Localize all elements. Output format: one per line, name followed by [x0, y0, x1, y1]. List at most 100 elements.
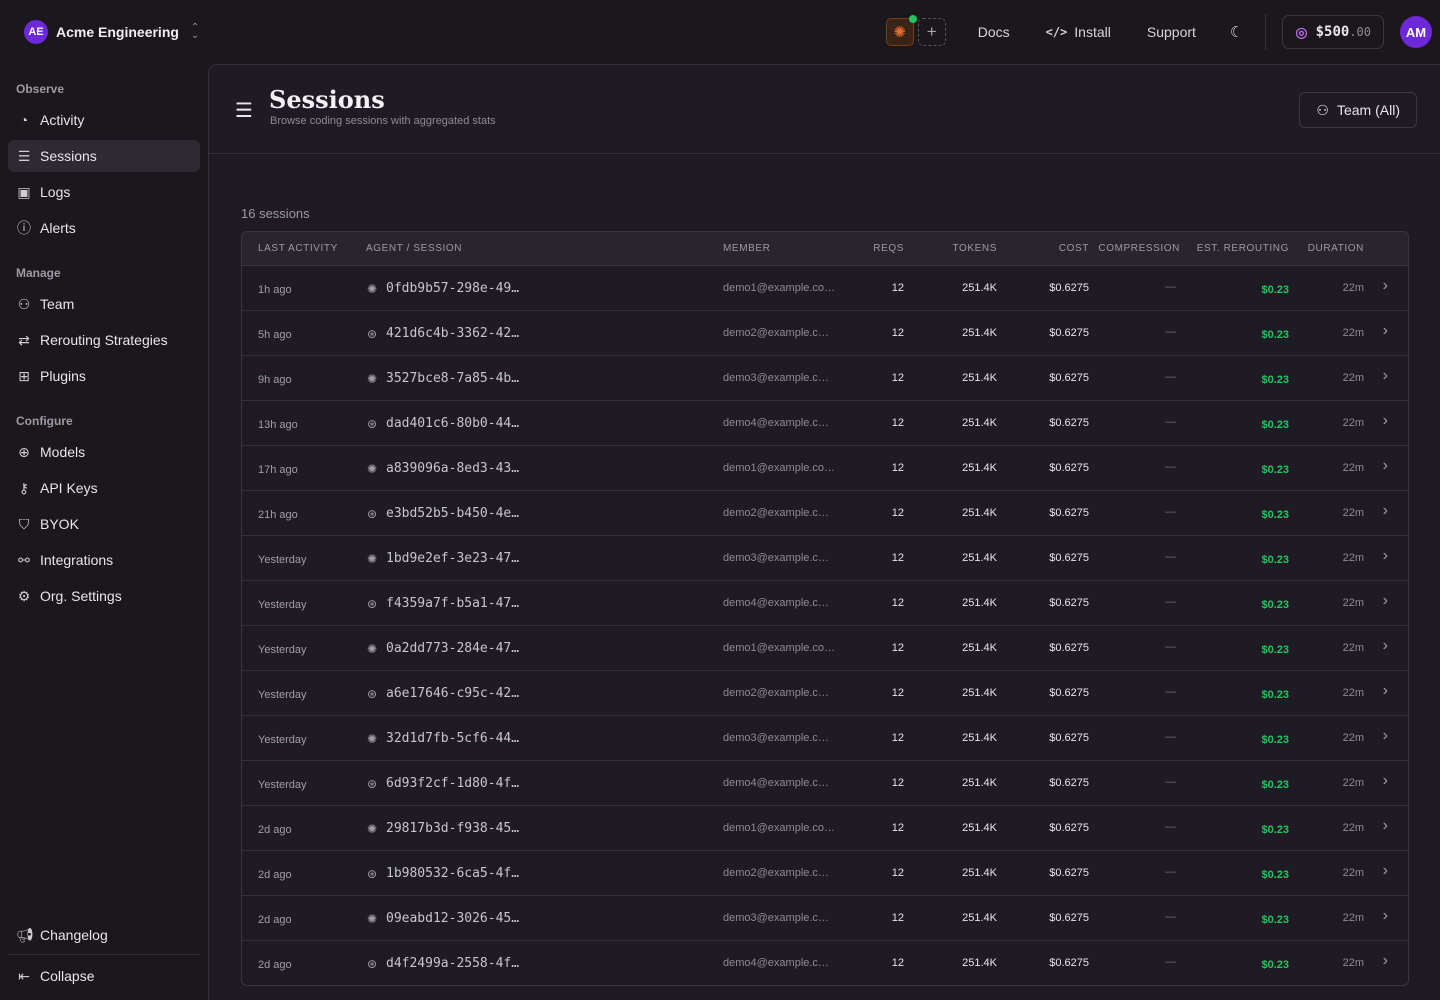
last-activity: Yesterday: [258, 734, 307, 746]
chevron-right-icon[interactable]: ›: [1383, 817, 1388, 835]
duration-value: 22m: [1342, 282, 1364, 294]
compression-value: —: [1165, 371, 1176, 383]
cost-value: $0.6275: [1049, 687, 1089, 699]
chevron-right-icon[interactable]: ›: [1383, 772, 1388, 790]
sidebar-item-alerts[interactable]: ⓘ Alerts: [8, 212, 200, 244]
sparkle-icon: ✺: [366, 911, 378, 926]
table-row[interactable]: 1h ago ✺ 0fdb9b57-298e-49… demo1@example.co…: [242, 266, 1408, 311]
table-row[interactable]: 2d ago ⊛ 1b980532-6ca5-4f… demo2@example.c……: [242, 851, 1408, 896]
agent-session: ⊛ 421d6c4b-3362-42…: [366, 326, 519, 341]
table-row[interactable]: 2d ago ✺ 29817b3d-f938-45… demo1@example.co…: [242, 806, 1408, 851]
changelog-link[interactable]: 📢︎ Changelog: [8, 919, 200, 951]
chevron-right-icon[interactable]: ›: [1383, 727, 1388, 745]
duration-value: 22m: [1342, 822, 1364, 834]
collapse-label: Collapse: [40, 968, 95, 984]
sidebar-item-logs[interactable]: ▣ Logs: [8, 176, 200, 208]
docs-link[interactable]: Docs: [978, 24, 1010, 40]
shield-icon: ⛉: [18, 515, 30, 532]
column-header-reqs[interactable]: Reqs: [873, 243, 904, 254]
org-switcher[interactable]: AE Acme Engineering ⌃ ⌄: [24, 20, 199, 44]
theme-toggle-icon[interactable]: ☾: [1230, 23, 1243, 41]
sidebar-item-org-settings[interactable]: ⚙ Org. Settings: [8, 580, 200, 612]
sidebar-item-api-keys[interactable]: ⚷ API Keys: [8, 472, 200, 504]
compression-value: —: [1165, 416, 1176, 428]
member-email: demo3@example.c…: [723, 372, 829, 384]
chevron-right-icon[interactable]: ›: [1383, 592, 1388, 610]
token-count: 251.4K: [962, 597, 997, 609]
sidebar-item-activity[interactable]: ◔ Activity: [8, 104, 200, 136]
table-row[interactable]: 21h ago ⊛ e3bd52b5-b450-4e… demo2@example.c…: [242, 491, 1408, 536]
member-email: demo3@example.c…: [723, 552, 829, 564]
table-row[interactable]: 2d ago ✺ 09eabd12-3026-45… demo3@example.c……: [242, 896, 1408, 941]
chevron-right-icon[interactable]: ›: [1383, 907, 1388, 925]
compression-value: —: [1165, 506, 1176, 518]
member-email: demo1@example.co…: [723, 642, 836, 654]
table-row[interactable]: Yesterday ⊛ f4359a7f-b5a1-47… demo4@example…: [242, 581, 1408, 626]
table-row[interactable]: 9h ago ✺ 3527bce8-7a85-4b… demo3@example.c……: [242, 356, 1408, 401]
sidebar-item-label: Team: [40, 296, 75, 312]
column-header-compression[interactable]: Compression: [1098, 243, 1180, 254]
chevron-right-icon[interactable]: ›: [1383, 862, 1388, 880]
add-agent-button[interactable]: +: [917, 18, 946, 46]
table-row[interactable]: Yesterday ✺ 1bd9e2ef-3e23-47… demo3@example…: [242, 536, 1408, 581]
cost-value: $0.6275: [1049, 417, 1089, 429]
agent-session: ⊛ 6d93f2cf-1d80-4f…: [366, 776, 519, 791]
chevron-right-icon[interactable]: ›: [1383, 457, 1388, 475]
sidebar-item-plugins[interactable]: ⊞ Plugins: [8, 360, 200, 392]
chevron-right-icon[interactable]: ›: [1383, 547, 1388, 565]
member-email: demo2@example.c…: [723, 507, 829, 519]
org-avatar: AE: [24, 20, 48, 44]
table-header: Last Activity Agent / Session Member Req…: [242, 232, 1408, 266]
table-row[interactable]: 2d ago ⊛ d4f2499a-2558-4f… demo4@example.c……: [242, 941, 1408, 985]
chevron-right-icon[interactable]: ›: [1383, 637, 1388, 655]
support-link[interactable]: Support: [1147, 24, 1196, 40]
cost-value: $0.6275: [1049, 822, 1089, 834]
chevron-right-icon[interactable]: ›: [1383, 502, 1388, 520]
credits-balance-button[interactable]: ◎ $500.00: [1282, 15, 1384, 49]
openai-icon: ⊛: [366, 686, 378, 701]
sidebar-item-sessions[interactable]: ☰ Sessions: [8, 140, 200, 172]
collapse-sidebar-button[interactable]: ⇤ Collapse: [8, 960, 200, 992]
est-rerouting-value: $0.23: [1261, 329, 1289, 341]
chevron-right-icon[interactable]: ›: [1383, 952, 1388, 970]
agent-session: ⊛ d4f2499a-2558-4f…: [366, 956, 519, 971]
sidebar-item-label: Models: [40, 444, 86, 460]
column-header-cost[interactable]: Cost: [1059, 243, 1089, 254]
sidebar-item-rerouting-strategies[interactable]: ⇄ Rerouting Strategies: [8, 324, 200, 356]
table-row[interactable]: Yesterday ⊛ a6e17646-c95c-42… demo2@example…: [242, 671, 1408, 716]
sidebar-item-byok[interactable]: ⛉ BYOK: [8, 508, 200, 540]
sidebar-item-models[interactable]: ⊕ Models: [8, 436, 200, 468]
sidebar-item-label: BYOK: [40, 516, 79, 532]
column-header-last-activity[interactable]: Last Activity: [258, 243, 338, 254]
table-row[interactable]: Yesterday ✺ 0a2dd773-284e-47… demo1@example…: [242, 626, 1408, 671]
table-row[interactable]: 13h ago ⊛ dad401c6-80b0-44… demo4@example.c…: [242, 401, 1408, 446]
table-row[interactable]: 5h ago ⊛ 421d6c4b-3362-42… demo2@example.c……: [242, 311, 1408, 356]
session-id: 32d1d7fb-5cf6-44…: [386, 731, 520, 746]
chevron-right-icon[interactable]: ›: [1383, 412, 1388, 430]
chevron-right-icon[interactable]: ›: [1383, 682, 1388, 700]
chevron-right-icon[interactable]: ›: [1383, 367, 1388, 385]
column-header-member[interactable]: Member: [723, 243, 771, 254]
column-header-agent-session[interactable]: Agent / Session: [366, 243, 462, 254]
agent-session: ⊛ a6e17646-c95c-42…: [366, 686, 519, 701]
last-activity: 2d ago: [258, 824, 292, 836]
claude-agent-button[interactable]: ✺: [885, 15, 917, 46]
est-rerouting-value: $0.23: [1261, 779, 1289, 791]
sidebar-item-integrations[interactable]: ⚯ Integrations: [8, 544, 200, 576]
cost-value: $0.6275: [1049, 642, 1089, 654]
user-avatar[interactable]: AM: [1400, 16, 1432, 48]
member-email: demo1@example.co…: [723, 462, 836, 474]
column-header-duration[interactable]: Duration: [1308, 243, 1364, 254]
column-header-est-rerouting[interactable]: Est. Rerouting: [1197, 243, 1289, 254]
column-header-tokens[interactable]: Tokens: [952, 243, 997, 254]
sidebar-item-label: Activity: [40, 112, 85, 128]
chevron-right-icon[interactable]: ›: [1383, 277, 1388, 295]
install-link[interactable]: </> Install: [1046, 24, 1111, 40]
table-row[interactable]: Yesterday ⊛ 6d93f2cf-1d80-4f… demo4@example…: [242, 761, 1408, 806]
sidebar-item-team[interactable]: ⚇ Team: [8, 288, 200, 320]
team-filter-button[interactable]: ⚇ Team (All): [1299, 92, 1417, 128]
chevron-right-icon[interactable]: ›: [1383, 322, 1388, 340]
table-row[interactable]: Yesterday ✺ 32d1d7fb-5cf6-44… demo3@example…: [242, 716, 1408, 761]
duration-value: 22m: [1342, 732, 1364, 744]
table-row[interactable]: 17h ago ✺ a839096a-8ed3-43… demo1@example.c…: [242, 446, 1408, 491]
